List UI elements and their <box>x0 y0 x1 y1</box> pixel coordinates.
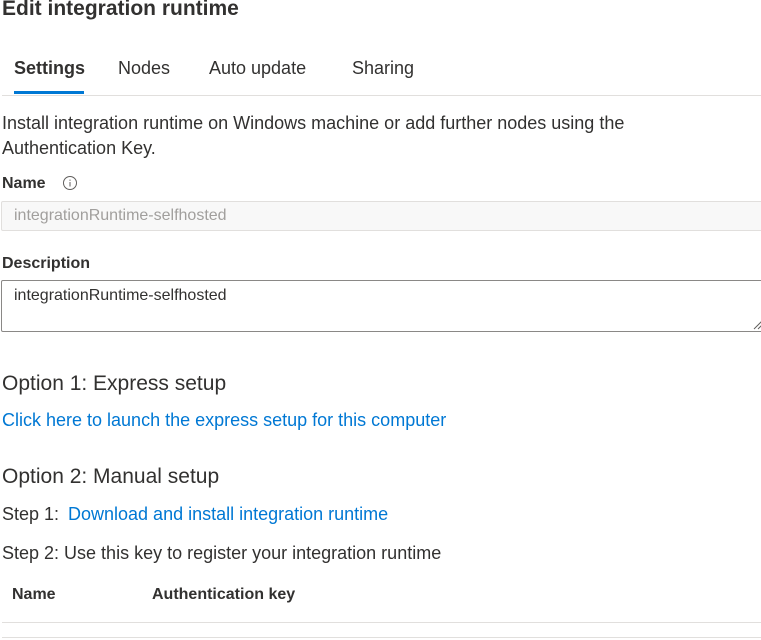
description-label: Description <box>2 255 91 272</box>
name-label: Name <box>2 175 46 192</box>
tab-nodes[interactable]: Nodes <box>118 58 170 79</box>
keys-column-name: Name <box>12 586 56 603</box>
resize-grip-icon[interactable] <box>752 317 761 330</box>
tab-auto-update[interactable]: Auto update <box>209 58 306 79</box>
download-runtime-link[interactable]: Download and install integration runtime <box>68 504 388 525</box>
intro-text-line1: Install integration runtime on Windows m… <box>2 113 625 133</box>
tab-bar: Settings Nodes Auto update Sharing <box>2 58 761 96</box>
keys-column-authentication-key: Authentication key <box>152 586 296 603</box>
name-input: integrationRuntime-selfhosted <box>1 201 761 231</box>
step1-label: Step 1: <box>2 504 60 524</box>
info-icon[interactable] <box>62 175 78 191</box>
table-header-divider <box>2 622 761 623</box>
express-setup-link[interactable]: Click here to launch the express setup f… <box>2 410 446 431</box>
active-tab-indicator <box>14 91 84 94</box>
table-row-divider <box>2 637 761 638</box>
step2-text: Step 2: Use this key to register your in… <box>2 543 442 563</box>
dialog-title: Edit integration runtime <box>2 0 239 20</box>
tab-settings[interactable]: Settings <box>14 58 85 79</box>
option2-heading: Option 2: Manual setup <box>2 465 220 488</box>
intro-text-line2: Authentication Key. <box>2 138 156 158</box>
description-textarea[interactable]: integrationRuntime-selfhosted <box>1 280 761 332</box>
description-value: integrationRuntime-selfhosted <box>14 287 227 304</box>
option1-heading: Option 1: Express setup <box>2 372 227 395</box>
tab-sharing[interactable]: Sharing <box>352 58 414 79</box>
